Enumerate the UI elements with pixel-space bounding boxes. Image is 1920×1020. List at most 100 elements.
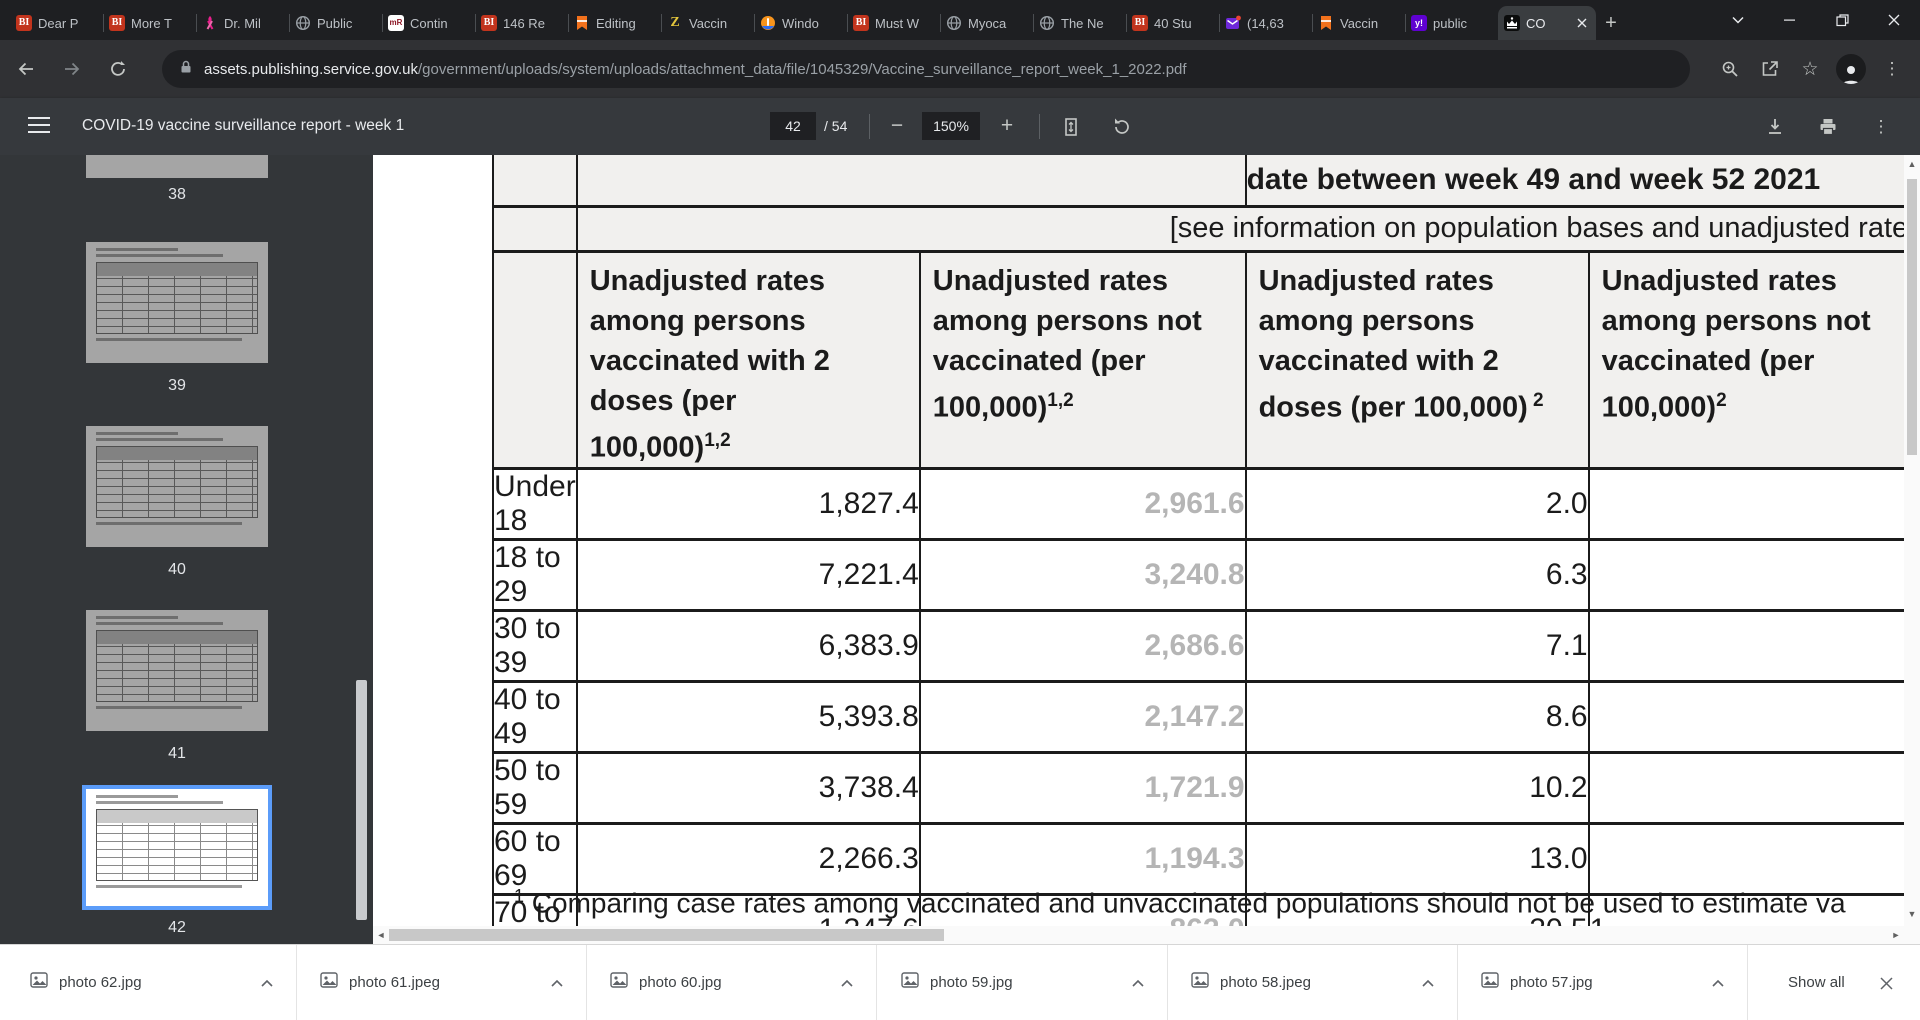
tab-dr-mil[interactable]: Dr. Mil [196,6,289,40]
chevron-up-icon[interactable] [260,974,274,992]
download-item[interactable]: photo 60.jpg [586,945,877,1020]
share-icon[interactable] [1750,49,1790,89]
thumbnail-page-40[interactable] [86,426,268,547]
thumbnail-page-38[interactable] [86,155,268,178]
vertical-scrollbar[interactable]: ▲ ▼ [1904,155,1920,926]
tab-40-stu[interactable]: BI 40 Stu [1126,6,1219,40]
table-row: 60 to 69 2,266.3 1,194.3 13.0 [492,822,1920,897]
toolbar-divider [1039,114,1040,139]
value-cell: 7,221.4 [575,538,921,613]
close-window-button[interactable] [1868,0,1920,40]
browser-menu-icon[interactable]: ⋮ [1872,49,1912,89]
restore-button[interactable] [1816,0,1868,40]
tab-dear-p[interactable]: BI Dear P [10,6,103,40]
back-button[interactable] [6,49,46,89]
tab-must-w[interactable]: BI Must W [847,6,940,40]
tab-the-ne[interactable]: The Ne [1033,6,1126,40]
close-tab-icon[interactable] [1574,15,1590,31]
download-item[interactable]: photo 61.jpeg [296,945,587,1020]
table-header-row: Unadjusted rates among persons vaccinate… [492,249,1920,471]
scroll-up-icon[interactable]: ▲ [1904,159,1920,169]
tab-search-chevron-icon[interactable] [1712,0,1764,40]
download-item[interactable]: photo 62.jpg [6,945,297,1020]
zoom-in-button[interactable]: + [992,112,1022,140]
bookmark-star-icon[interactable]: ☆ [1790,49,1830,89]
pdf-menu-icon[interactable]: ⋮ [1868,114,1894,140]
tab-mail-count[interactable]: (14,63 [1219,6,1312,40]
chevron-up-icon[interactable] [1131,974,1145,992]
tab-myoca[interactable]: Myoca [940,6,1033,40]
tab-covid-report-active[interactable]: CO [1498,6,1596,40]
sidebar-scrollbar-thumb[interactable] [356,680,367,920]
thumbnail-label-41: 41 [168,745,186,762]
value-cell: 13.0 [1244,822,1590,897]
print-button[interactable] [1815,114,1841,140]
value-cell: 1,721.9 [918,751,1247,826]
scroll-right-icon[interactable]: ► [1888,930,1904,940]
tab-146-re[interactable]: BI 146 Re [475,6,568,40]
minimize-button[interactable] [1764,0,1816,40]
tab-vaccin-1[interactable]: Z Vaccin [661,6,754,40]
value-cell: 7.1 [1244,609,1590,684]
value-cell: 2,147.2 [918,680,1247,755]
bi-logo-icon: BI [853,15,869,31]
value-cell: 3,240.8 [918,538,1247,613]
downloads-bar: photo 62.jpg photo 61.jpeg photo 60.jpg … [0,944,1920,1020]
scroll-left-icon[interactable]: ◄ [373,930,389,940]
show-all-downloads-button[interactable]: Show all [1778,945,1855,1020]
reload-button[interactable] [98,49,138,89]
chevron-up-icon[interactable] [840,974,854,992]
empty-cell [492,204,578,253]
empty-cell [575,155,1247,208]
zoom-level-input[interactable]: 150% [922,112,980,140]
age-cell: 30 to 39 [492,609,578,684]
zoom-out-button[interactable]: − [882,112,912,140]
tab-public[interactable]: Public [289,6,382,40]
horizontal-scrollbar-thumb[interactable] [389,929,944,941]
url-domain: assets.publishing.service.gov.uk [204,60,418,78]
info-cell: [see information on population bases and… [575,204,1920,253]
page-number-input[interactable]: 42 [770,112,816,140]
value-cell: 8.6 [1244,680,1590,755]
tab-yahoo-public[interactable]: y! public [1405,6,1498,40]
download-button[interactable] [1762,114,1788,140]
empty-cell [492,155,578,208]
forward-button[interactable] [52,49,92,89]
close-downloads-bar-icon[interactable] [1872,969,1900,997]
thumbnail-page-41[interactable] [86,610,268,731]
age-cell: 50 to 59 [492,751,578,826]
rotate-button[interactable] [1108,114,1134,140]
tab-editing[interactable]: Editing [568,6,661,40]
scroll-down-icon[interactable]: ▼ [1904,909,1920,919]
url-field[interactable]: assets.publishing.service.gov.uk/governm… [162,50,1690,88]
address-bar: assets.publishing.service.gov.uk/governm… [0,40,1920,98]
chevron-up-icon[interactable] [550,974,564,992]
zoom-page-icon[interactable] [1710,49,1750,89]
new-tab-button[interactable]: + [1596,6,1626,40]
mr-logo-icon: mR [388,15,404,31]
table-row: Under 18 1,827.4 2,961.6 2.0 [492,467,1920,542]
download-item[interactable]: photo 59.jpg [877,945,1168,1020]
value-cell [1587,467,1920,542]
menu-icon[interactable] [28,117,50,133]
fit-to-page-button[interactable] [1058,114,1084,140]
value-cell: 10.2 [1244,751,1590,826]
tab-windo[interactable]: Windo [754,6,847,40]
horizontal-scrollbar[interactable]: ◄ ► [373,926,1904,944]
url-path: /government/uploads/system/uploads/attac… [418,60,1187,78]
chevron-up-icon[interactable] [1421,974,1435,992]
download-item[interactable]: photo 57.jpg [1457,945,1748,1020]
value-cell: 1,194.3 [918,822,1247,897]
download-item[interactable]: photo 58.jpeg [1167,945,1458,1020]
tab-contin[interactable]: mR Contin [382,6,475,40]
image-file-icon [320,971,339,994]
vertical-scrollbar-thumb[interactable] [1907,179,1917,455]
tab-vaccin-2[interactable]: Vaccin [1312,6,1405,40]
profile-avatar[interactable] [1836,54,1866,84]
pink-ribbon-icon [202,15,218,31]
tab-more[interactable]: BI More T [103,6,196,40]
thumbnail-page-42-selected[interactable] [82,785,272,910]
value-cell [1587,609,1920,684]
thumbnail-page-39[interactable] [86,242,268,363]
chevron-up-icon[interactable] [1711,974,1725,992]
